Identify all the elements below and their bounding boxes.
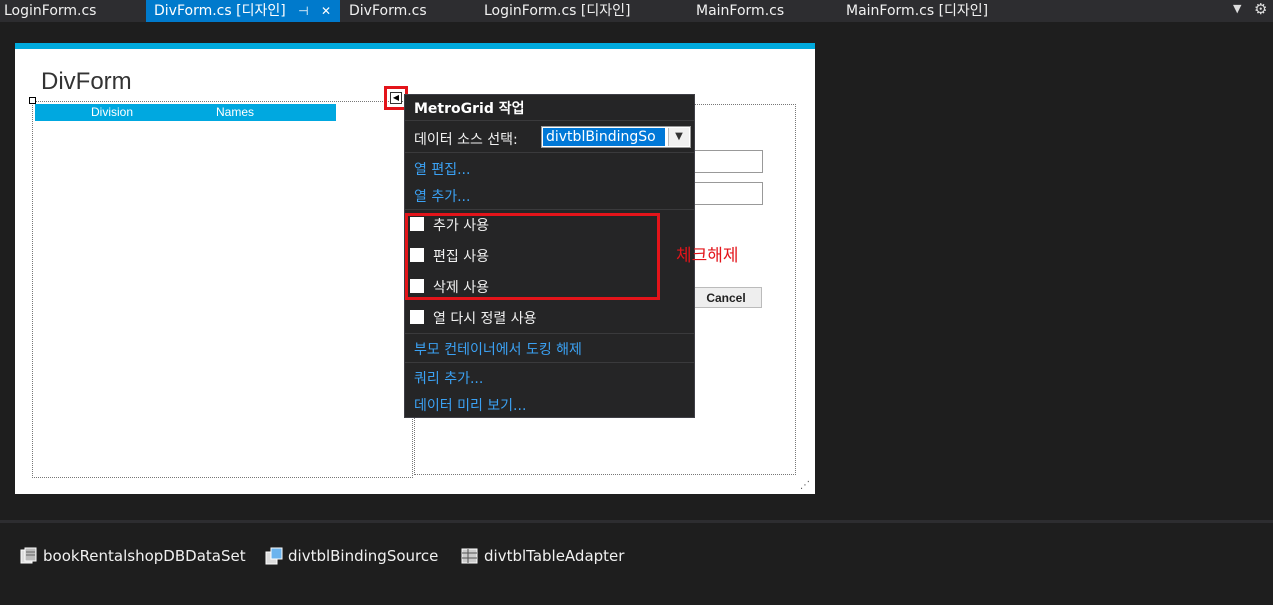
tab-loginform-design[interactable]: LoginForm.cs [디자인]: [484, 0, 631, 22]
smart-tag-title: MetroGrid 작업: [414, 101, 525, 117]
datasource-value[interactable]: divtblBindingSo: [543, 128, 665, 146]
close-icon[interactable]: ✕: [321, 0, 331, 22]
gear-icon[interactable]: ⚙: [1254, 0, 1267, 18]
tab-label: LoginForm.cs [디자인]: [484, 3, 631, 19]
tab-label: LoginForm.cs: [4, 3, 97, 19]
smart-tag-arrow-icon[interactable]: ◀: [390, 92, 402, 104]
grid-column-names[interactable]: Names: [216, 105, 254, 119]
chevron-down-icon[interactable]: ▼: [668, 128, 689, 146]
form-title: DivForm: [41, 68, 132, 95]
tab-label: MainForm.cs [디자인]: [846, 3, 989, 19]
add-column-link[interactable]: 열 추가...: [414, 186, 470, 206]
tab-label: DivForm.cs [디자인]: [154, 3, 286, 19]
divider: [405, 333, 694, 334]
tab-divform-cs[interactable]: DivForm.cs: [349, 0, 427, 22]
add-query-link[interactable]: 쿼리 추가...: [414, 368, 483, 388]
undock-link[interactable]: 부모 컨테이너에서 도킹 해제: [414, 339, 582, 359]
selection-handle[interactable]: [29, 97, 36, 104]
resize-grip-icon[interactable]: ⋰: [800, 480, 810, 491]
form-accent-bar: [15, 43, 815, 49]
tab-label: DivForm.cs: [349, 3, 427, 19]
divider: [405, 362, 694, 363]
tray-item-label: divtblBindingSource: [288, 547, 439, 565]
tray-divider: [0, 520, 1273, 523]
binding-source-icon: [265, 547, 283, 565]
cancel-button[interactable]: Cancel: [690, 287, 762, 308]
metrogrid-control[interactable]: [32, 101, 413, 478]
divider: [405, 209, 694, 210]
grid-column-division[interactable]: Division: [91, 105, 133, 119]
textbox-1[interactable]: [694, 150, 763, 173]
tab-mainform-design[interactable]: MainForm.cs [디자인]: [846, 0, 988, 22]
checkbox[interactable]: [410, 310, 424, 324]
datasource-label: 데이터 소스 선택:: [414, 132, 518, 148]
divider: [405, 120, 694, 121]
document-tab-strip: LoginForm.cs DivForm.cs [디자인] ⊣ ✕ DivFor…: [0, 0, 1273, 22]
tray-item-label: divtblTableAdapter: [484, 547, 625, 565]
textbox-2[interactable]: [694, 182, 763, 205]
tab-label: MainForm.cs: [696, 3, 785, 19]
dataset-icon: [20, 547, 37, 564]
annotation-highlight-box: [405, 213, 660, 300]
edit-columns-link[interactable]: 열 편집...: [414, 159, 470, 179]
divider: [405, 152, 694, 153]
checkbox-label: 열 다시 정렬 사용: [433, 311, 537, 327]
tab-dropdown-icon[interactable]: ▼: [1233, 2, 1241, 15]
pin-icon[interactable]: ⊣: [298, 0, 308, 22]
tab-divform-design[interactable]: DivForm.cs [디자인] ⊣ ✕: [146, 0, 340, 22]
table-adapter-icon: [461, 548, 478, 564]
tray-item-label: bookRentalshopDBDataSet: [43, 547, 246, 565]
tab-loginform-cs[interactable]: LoginForm.cs: [4, 0, 96, 22]
tab-mainform-cs[interactable]: MainForm.cs: [696, 0, 784, 22]
annotation-text: 체크해제: [676, 246, 739, 266]
grid-header-row: Division Names: [35, 104, 336, 121]
preview-data-link[interactable]: 데이터 미리 보기...: [414, 395, 526, 415]
